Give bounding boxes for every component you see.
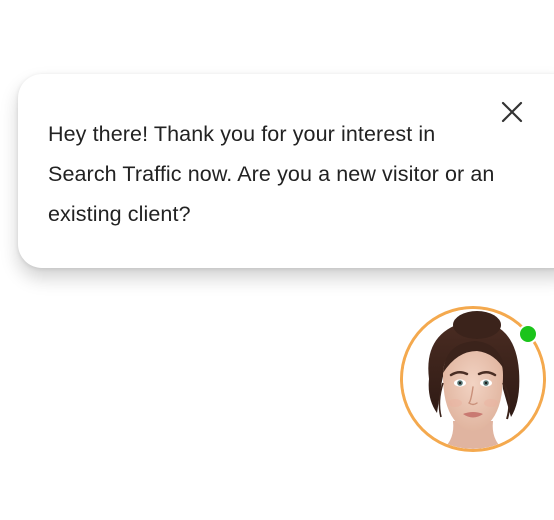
- close-button[interactable]: [498, 98, 526, 126]
- online-status-indicator: [518, 324, 538, 344]
- chat-greeting-bubble: Hey there! Thank you for your interest i…: [18, 74, 554, 268]
- close-icon: [501, 101, 523, 123]
- chat-widget: Hey there! Thank you for your interest i…: [0, 0, 554, 520]
- chat-message: Hey there! Thank you for your interest i…: [48, 122, 495, 226]
